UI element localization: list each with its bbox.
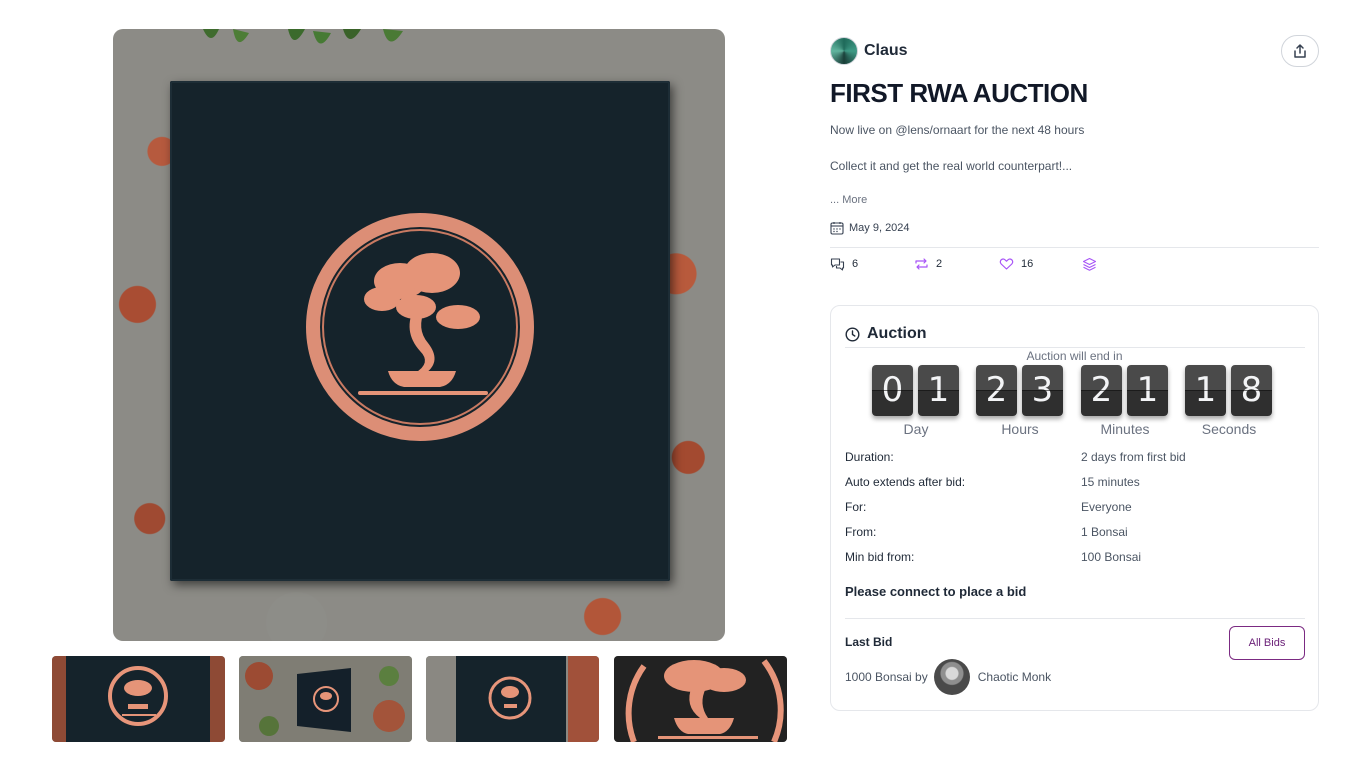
thumbnail-strip — [52, 656, 787, 742]
detail-duration: Duration: 2 days from first bid — [845, 450, 1305, 475]
share-button[interactable] — [1281, 35, 1319, 67]
post-description-line-1: Now live on @lens/ornaart for the next 4… — [830, 123, 1085, 137]
auction-card: Auction Auction will end in 0 1 Day 2 3 … — [830, 305, 1319, 711]
more-link[interactable]: ... More — [830, 194, 867, 206]
repost-icon — [915, 258, 928, 270]
heart-icon — [999, 258, 1014, 270]
post-title: FIRST RWA AUCTION — [830, 78, 1088, 108]
detail-value: 100 Bonsai — [1081, 550, 1142, 564]
countdown-digit: 8 — [1231, 365, 1272, 416]
countdown-digit: 3 — [1022, 365, 1063, 416]
calendar-icon — [830, 222, 844, 235]
author[interactable]: Claus — [830, 37, 908, 65]
post-date: May 9, 2024 — [830, 221, 910, 235]
detail-label: For: — [845, 500, 867, 514]
artwork-canvas — [170, 81, 670, 581]
thumbnail-1[interactable] — [52, 656, 225, 742]
mirrors-count: 2 — [936, 258, 943, 270]
bonsai-emblem — [306, 213, 534, 441]
mirrors-stat[interactable]: 2 — [914, 257, 942, 271]
likes-stat[interactable]: 16 — [999, 257, 1033, 271]
artwork-main-image[interactable] — [113, 29, 725, 641]
detail-value: 1 Bonsai — [1081, 525, 1128, 539]
thumbnail-2-image — [239, 656, 412, 742]
detail-value: 15 minutes — [1081, 475, 1140, 489]
last-bid-row: 1000 Bonsai by Chaotic Monk — [845, 659, 1051, 695]
auction-title: Auction — [867, 325, 927, 342]
thumbnail-1-image — [52, 656, 225, 742]
countdown-digit: 0 — [872, 365, 913, 416]
divider — [845, 347, 1305, 348]
detail-value: 2 days from first bid — [1081, 450, 1186, 464]
divider — [845, 618, 1305, 619]
bidder-name[interactable]: Chaotic Monk — [978, 670, 1051, 684]
thumbnail-3[interactable] — [426, 656, 599, 742]
countdown-label: Minutes — [1100, 421, 1150, 437]
bidder-avatar[interactable] — [933, 659, 970, 695]
detail-label: Min bid from: — [845, 550, 915, 564]
collect-stat[interactable] — [1082, 257, 1097, 272]
share-icon — [1294, 44, 1306, 58]
auction-header: Auction — [845, 325, 927, 343]
last-bid-amount: 1000 Bonsai by — [845, 670, 928, 684]
clock-icon — [845, 326, 860, 342]
auction-ends-label: Auction will end in — [1026, 349, 1123, 363]
detail-for: For: Everyone — [845, 500, 1305, 525]
countdown-digit: 2 — [1081, 365, 1122, 416]
countdown-digit: 1 — [1127, 365, 1168, 416]
thumbnail-4-image — [614, 656, 787, 742]
thumbnail-2[interactable] — [239, 656, 412, 742]
author-avatar[interactable] — [830, 37, 858, 65]
author-name[interactable]: Claus — [864, 42, 908, 60]
countdown-timer: 0 1 Day 2 3 Hours 2 1 Minutes 1 8 Second… — [872, 365, 1272, 437]
detail-min-bid: Min bid from: 100 Bonsai — [845, 550, 1305, 575]
last-bid-label: Last Bid — [845, 635, 893, 649]
comments-count: 6 — [852, 258, 859, 270]
countdown-digit: 1 — [1185, 365, 1226, 416]
auction-details: Duration: 2 days from first bid Auto ext… — [845, 450, 1305, 575]
likes-count: 16 — [1021, 258, 1034, 270]
thumbnail-3-image — [426, 656, 599, 742]
countdown-label: Day — [903, 421, 929, 437]
comments-stat[interactable]: 6 — [830, 257, 858, 271]
post-date-text: May 9, 2024 — [849, 222, 910, 234]
detail-label: Auto extends after bid: — [845, 475, 966, 489]
post-stats: 6 2 16 — [830, 257, 1130, 273]
divider — [830, 247, 1319, 248]
layers-icon — [1082, 257, 1097, 271]
post-description-line-2: Collect it and get the real world counte… — [830, 159, 1073, 173]
countdown-digit: 1 — [918, 365, 959, 416]
detail-from: From: 1 Bonsai — [845, 525, 1305, 550]
countdown-digit: 2 — [976, 365, 1017, 416]
comment-icon — [830, 258, 845, 271]
countdown-label: Hours — [1001, 421, 1039, 437]
detail-auto-extend: Auto extends after bid: 15 minutes — [845, 475, 1305, 500]
connect-prompt: Please connect to place a bid — [845, 584, 1027, 599]
leaves-decoration — [203, 29, 403, 44]
thumbnail-4[interactable] — [614, 656, 787, 742]
detail-value: Everyone — [1081, 500, 1132, 514]
all-bids-button[interactable]: All Bids — [1229, 626, 1305, 660]
detail-label: From: — [845, 525, 877, 539]
detail-label: Duration: — [845, 450, 894, 464]
countdown-label: Seconds — [1201, 421, 1257, 437]
